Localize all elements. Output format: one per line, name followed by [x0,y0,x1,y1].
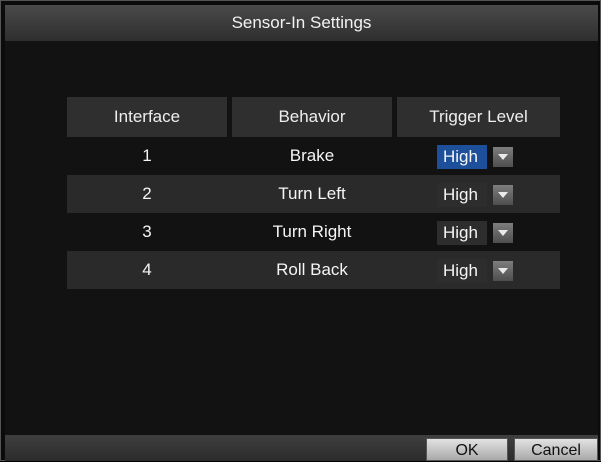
behavior-cell: Roll Back [276,260,348,279]
dialog-title: Sensor-In Settings [5,5,598,41]
cancel-button[interactable]: Cancel [514,438,598,461]
chevron-down-icon [498,192,508,198]
trigger-level-select[interactable]: High [437,183,527,207]
ok-button[interactable]: OK [426,438,508,461]
behavior-cell: Brake [289,146,335,165]
trigger-level-value[interactable]: High [437,221,487,245]
behavior-cell: Turn Left [278,184,346,203]
sensor-table: Interface Behavior Trigger Level 1 Brake… [67,97,560,289]
trigger-level-value[interactable]: High [437,145,487,169]
trigger-level-value[interactable]: High [437,259,487,283]
table-row: 2 Turn Left High [67,175,560,213]
table-row: 3 Turn Right High [67,213,560,251]
table-row: 4 Roll Back High [67,251,560,289]
dropdown-button[interactable] [493,147,513,167]
header-behavior: Behavior [232,97,392,137]
interface-cell: 1 [142,146,152,165]
behavior-cell: Turn Right [272,222,352,241]
chevron-down-icon [498,230,508,236]
dropdown-button[interactable] [493,185,513,205]
interface-cell: 3 [142,222,152,241]
chevron-down-icon [498,154,508,160]
dropdown-button[interactable] [493,261,513,281]
dropdown-button[interactable] [493,223,513,243]
table-header: Interface Behavior Trigger Level [67,97,560,137]
footer-bar: OK Cancel [5,435,598,461]
trigger-level-select[interactable]: High [437,259,527,283]
dialog-content: Interface Behavior Trigger Level 1 Brake… [5,41,598,435]
trigger-level-select[interactable]: High [437,221,527,245]
interface-cell: 4 [142,260,152,279]
header-interface: Interface [67,97,227,137]
trigger-level-select[interactable]: High [437,145,527,169]
trigger-level-value[interactable]: High [437,183,487,207]
chevron-down-icon [498,268,508,274]
table-row: 1 Brake High [67,137,560,175]
sensor-in-settings-dialog: Sensor-In Settings Interface Behavior Tr… [0,0,601,461]
interface-cell: 2 [142,184,152,203]
header-trigger-level: Trigger Level [397,97,560,137]
